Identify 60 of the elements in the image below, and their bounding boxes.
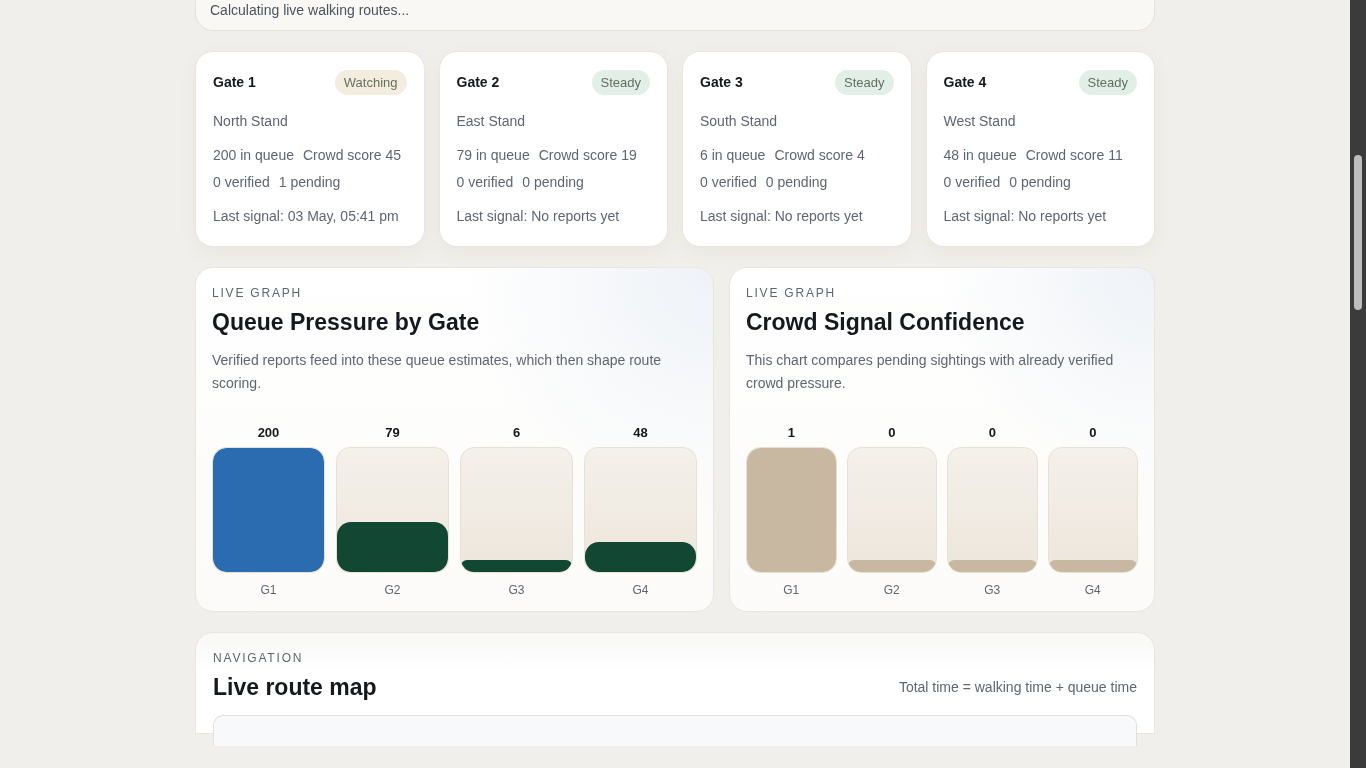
gate-name: Gate 4 xyxy=(943,73,987,90)
bar-label: G2 xyxy=(384,583,401,597)
stand-name: East Stand xyxy=(456,113,526,129)
time-formula: Total time = walking time + queue time xyxy=(898,679,1137,695)
bar-label: G3 xyxy=(984,583,1001,597)
bar-value: 0 xyxy=(1089,425,1097,440)
crowd-score: Crowd score 19 xyxy=(538,147,637,163)
verified-count: 0 verified xyxy=(456,174,514,190)
bar-label: G3 xyxy=(508,583,525,597)
pending-count: 0 pending xyxy=(765,174,828,190)
section-eyebrow: LIVE GRAPH xyxy=(212,286,304,300)
status-badge: Watching xyxy=(334,70,407,95)
bar-value: 1 xyxy=(787,425,795,440)
verified-count: 0 verified xyxy=(213,174,270,190)
last-signal: Last signal: No reports yet xyxy=(943,208,1108,224)
gate-name: Gate 1 xyxy=(213,73,256,90)
verified-count: 0 verified xyxy=(943,174,1001,190)
last-signal: Last signal: No reports yet xyxy=(456,208,621,224)
bar-value: 0 xyxy=(888,425,896,440)
gate-name: Gate 3 xyxy=(700,73,743,90)
scrollbar[interactable] xyxy=(1350,0,1366,768)
bar-label: G4 xyxy=(632,583,649,597)
status-message: Calculating live walking routes... xyxy=(210,2,410,18)
queue-count: 6 in queue xyxy=(700,147,766,163)
section-eyebrow: LIVE GRAPH xyxy=(746,286,838,300)
bar-value: 48 xyxy=(633,425,648,440)
crowd-score: Crowd score 45 xyxy=(302,147,401,163)
graph-description: This chart compares pending sightings with already verified crowd pressure. xyxy=(746,351,1115,393)
graph-description: Verified reports feed into these queue estimates, which then shape route scoring. xyxy=(212,351,663,393)
gate-name: Gate 2 xyxy=(456,73,500,90)
crowd-score: Crowd score 11 xyxy=(1025,147,1123,163)
section-title: Live route map xyxy=(213,674,377,701)
queue-count: 200 in queue xyxy=(213,147,294,163)
queue-count: 79 in queue xyxy=(456,147,530,163)
pending-count: 0 pending xyxy=(1009,174,1071,190)
stand-name: South Stand xyxy=(700,113,779,129)
last-signal: Last signal: No reports yet xyxy=(700,208,864,224)
stand-name: North Stand xyxy=(213,113,289,129)
bar-label: G1 xyxy=(260,583,277,597)
bar-label: G4 xyxy=(1084,583,1101,597)
stand-name: West Stand xyxy=(943,113,1017,129)
verified-count: 0 verified xyxy=(700,174,757,190)
queue-count: 48 in queue xyxy=(943,147,1017,163)
status-badge: Steady xyxy=(591,70,650,95)
bar-value: 0 xyxy=(988,425,996,440)
bar-value: 200 xyxy=(257,425,280,440)
bar-label: G2 xyxy=(883,583,900,597)
bar-value: 6 xyxy=(512,425,521,440)
status-badge: Steady xyxy=(835,70,894,95)
status-badge: Steady xyxy=(1078,70,1137,95)
pending-count: 1 pending xyxy=(278,174,341,190)
graph-title: Queue Pressure by Gate xyxy=(212,309,481,336)
scrollbar-thumb[interactable] xyxy=(1354,155,1362,310)
pending-count: 0 pending xyxy=(522,174,584,190)
last-signal: Last signal: 03 May, 05:41 pm xyxy=(213,208,400,224)
graph-title: Crowd Signal Confidence xyxy=(746,309,1026,336)
section-eyebrow: NAVIGATION xyxy=(213,651,305,665)
bar-label: G1 xyxy=(783,583,800,597)
crowd-score: Crowd score 4 xyxy=(774,147,865,163)
bar-value: 79 xyxy=(385,425,400,440)
